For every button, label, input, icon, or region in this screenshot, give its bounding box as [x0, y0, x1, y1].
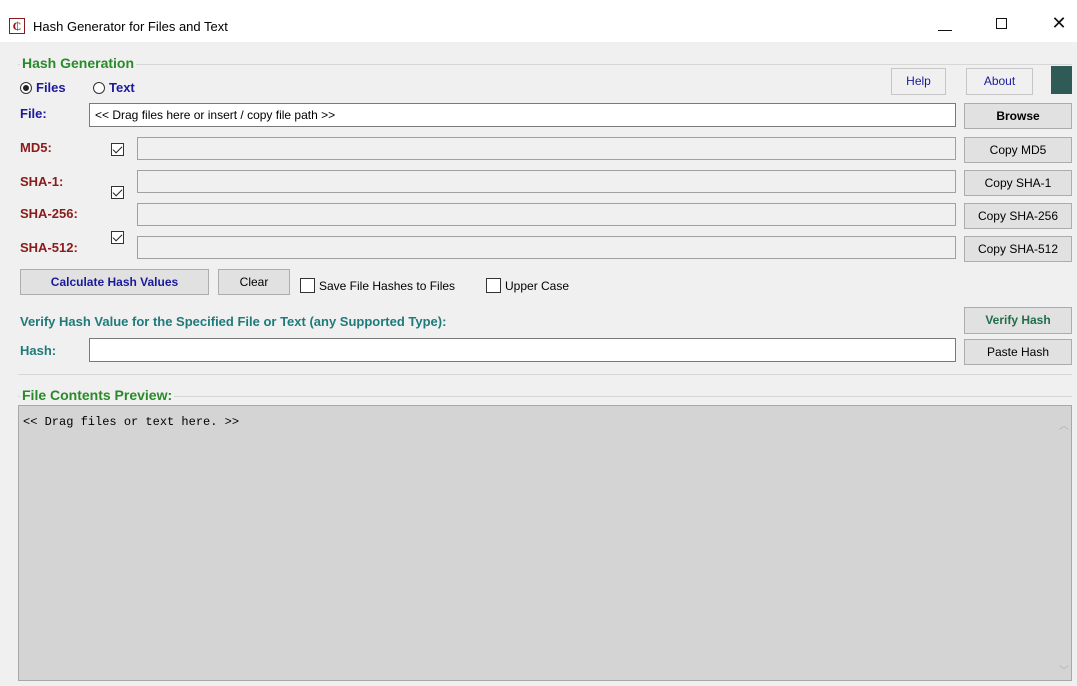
hash-label: Hash: — [20, 343, 57, 358]
preview-textarea[interactable] — [18, 405, 1072, 681]
file-path-input[interactable]: << Drag files here or insert / copy file… — [89, 103, 956, 127]
preview-title: File Contents Preview: — [20, 387, 175, 403]
sha512-label: SHA-512: — [20, 240, 78, 255]
copy-sha256-button[interactable]: Copy SHA-256 — [964, 203, 1072, 229]
maximize-icon — [996, 18, 1007, 29]
paste-hash-button[interactable]: Paste Hash — [964, 339, 1072, 365]
calculate-hash-button[interactable]: Calculate Hash Values — [20, 269, 209, 295]
upper-case-checkbox[interactable] — [486, 278, 501, 293]
hash-generation-group-border — [18, 64, 1072, 65]
sha256-checkbox[interactable] — [111, 231, 124, 244]
maximize-button[interactable] — [980, 0, 1026, 42]
hash-generation-title: Hash Generation — [20, 55, 137, 71]
sha1-output[interactable] — [137, 170, 956, 193]
file-label: File: — [20, 106, 47, 121]
clear-button[interactable]: Clear — [218, 269, 290, 295]
minimize-button[interactable] — [922, 0, 968, 42]
preview-placeholder: << Drag files or text here. >> — [23, 415, 240, 429]
mode-files-option[interactable]: Files — [20, 80, 66, 95]
sha512-output[interactable] — [137, 236, 956, 259]
save-hashes-label: Save File Hashes to Files — [319, 279, 456, 293]
mode-text-option[interactable]: Text — [93, 80, 135, 95]
scroll-up-icon[interactable]: ︿ — [1059, 417, 1069, 432]
scroll-down-icon[interactable]: ﹀ — [1059, 662, 1069, 677]
text-radio-label: Text — [109, 80, 135, 95]
sha1-label: SHA-1: — [20, 174, 64, 189]
verify-hash-button[interactable]: Verify Hash — [964, 307, 1072, 334]
separator-line — [18, 374, 1072, 375]
about-button[interactable]: About — [966, 68, 1033, 95]
sha256-label: SHA-256: — [20, 206, 78, 221]
accent-block — [1051, 66, 1072, 94]
browse-button[interactable]: Browse — [964, 103, 1072, 129]
close-icon: ✕ — [1051, 13, 1067, 33]
save-hashes-option[interactable]: Save File Hashes to Files — [300, 278, 455, 293]
copy-md5-button[interactable]: Copy MD5 — [964, 137, 1072, 163]
help-button[interactable]: Help — [891, 68, 946, 95]
close-button[interactable]: ✕ — [1036, 0, 1077, 42]
hash-input[interactable] — [89, 338, 956, 362]
save-hashes-checkbox[interactable] — [300, 278, 315, 293]
verify-heading: Verify Hash Value for the Specified File… — [20, 314, 447, 329]
sha1-checkbox[interactable] — [111, 186, 124, 199]
app-icon: ₵ — [9, 18, 25, 34]
files-radio[interactable] — [20, 82, 32, 94]
upper-case-option[interactable]: Upper Case — [486, 278, 569, 293]
minimize-icon — [938, 30, 952, 31]
files-radio-label: Files — [36, 80, 66, 95]
preview-group-border — [18, 396, 1072, 397]
title-bar: ₵ Hash Generator for Files and Text ✕ — [0, 0, 1077, 42]
upper-case-label: Upper Case — [505, 279, 570, 293]
copy-sha1-button[interactable]: Copy SHA-1 — [964, 170, 1072, 196]
text-radio[interactable] — [93, 82, 105, 94]
md5-checkbox[interactable] — [111, 143, 124, 156]
md5-output[interactable] — [137, 137, 956, 160]
md5-label: MD5: — [20, 140, 52, 155]
window-title: Hash Generator for Files and Text — [33, 19, 228, 34]
copy-sha512-button[interactable]: Copy SHA-512 — [964, 236, 1072, 262]
sha256-output[interactable] — [137, 203, 956, 226]
